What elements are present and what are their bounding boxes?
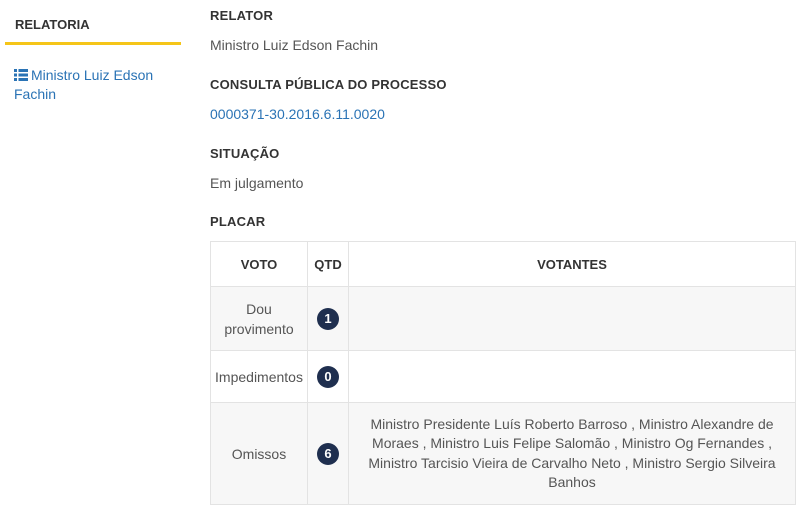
qtd-cell: 0 — [307, 350, 349, 403]
situacao-value: Em julgamento — [210, 175, 304, 191]
header-voto: VOTO — [210, 241, 308, 287]
sidebar-title: RELATORIA — [5, 0, 181, 45]
qtd-cell: 6 — [307, 402, 349, 505]
list-icon — [14, 69, 28, 81]
votantes-cell — [348, 286, 796, 351]
page: RELATORIA Ministro Luiz Edson Fachin REL… — [0, 0, 800, 509]
situacao-label: SITUAÇÃO — [210, 146, 280, 161]
qtd-badge: 6 — [317, 442, 339, 465]
table-header-row: VOTO QTD VOTANTES — [210, 241, 796, 287]
table-row: Dou provimento 1 — [210, 286, 796, 351]
table-row: Impedimentos 0 — [210, 350, 796, 403]
qtd-badge: 0 — [317, 365, 339, 388]
relator-value: Ministro Luiz Edson Fachin — [210, 37, 379, 53]
sidebar-link-label: Ministro Luiz Edson Fachin — [14, 67, 154, 102]
consulta-label: CONSULTA PÚBLICA DO PROCESSO — [210, 77, 447, 92]
placar-label: PLACAR — [210, 214, 266, 229]
votantes-cell — [348, 350, 796, 403]
table-row: Omissos 6 Ministro Presidente Luís Rober… — [210, 402, 796, 505]
votantes-cell: Ministro Presidente Luís Roberto Barroso… — [348, 402, 796, 505]
qtd-badge: 1 — [317, 307, 339, 330]
consulta-link[interactable]: 0000371-30.2016.6.11.0020 — [210, 106, 385, 122]
placar-table: VOTO QTD VOTANTES Dou provimento 1 Imped… — [210, 241, 796, 505]
sidebar-link-relator[interactable]: Ministro Luiz Edson Fachin — [14, 66, 179, 104]
qtd-cell: 1 — [307, 286, 349, 351]
voto-cell: Impedimentos — [210, 350, 308, 403]
sidebar: RELATORIA Ministro Luiz Edson Fachin — [5, 0, 181, 104]
header-qtd: QTD — [307, 241, 349, 287]
voto-cell: Omissos — [210, 402, 308, 505]
voto-cell: Dou provimento — [210, 286, 308, 351]
relator-label: RELATOR — [210, 8, 274, 23]
header-votantes: VOTANTES — [348, 241, 796, 287]
